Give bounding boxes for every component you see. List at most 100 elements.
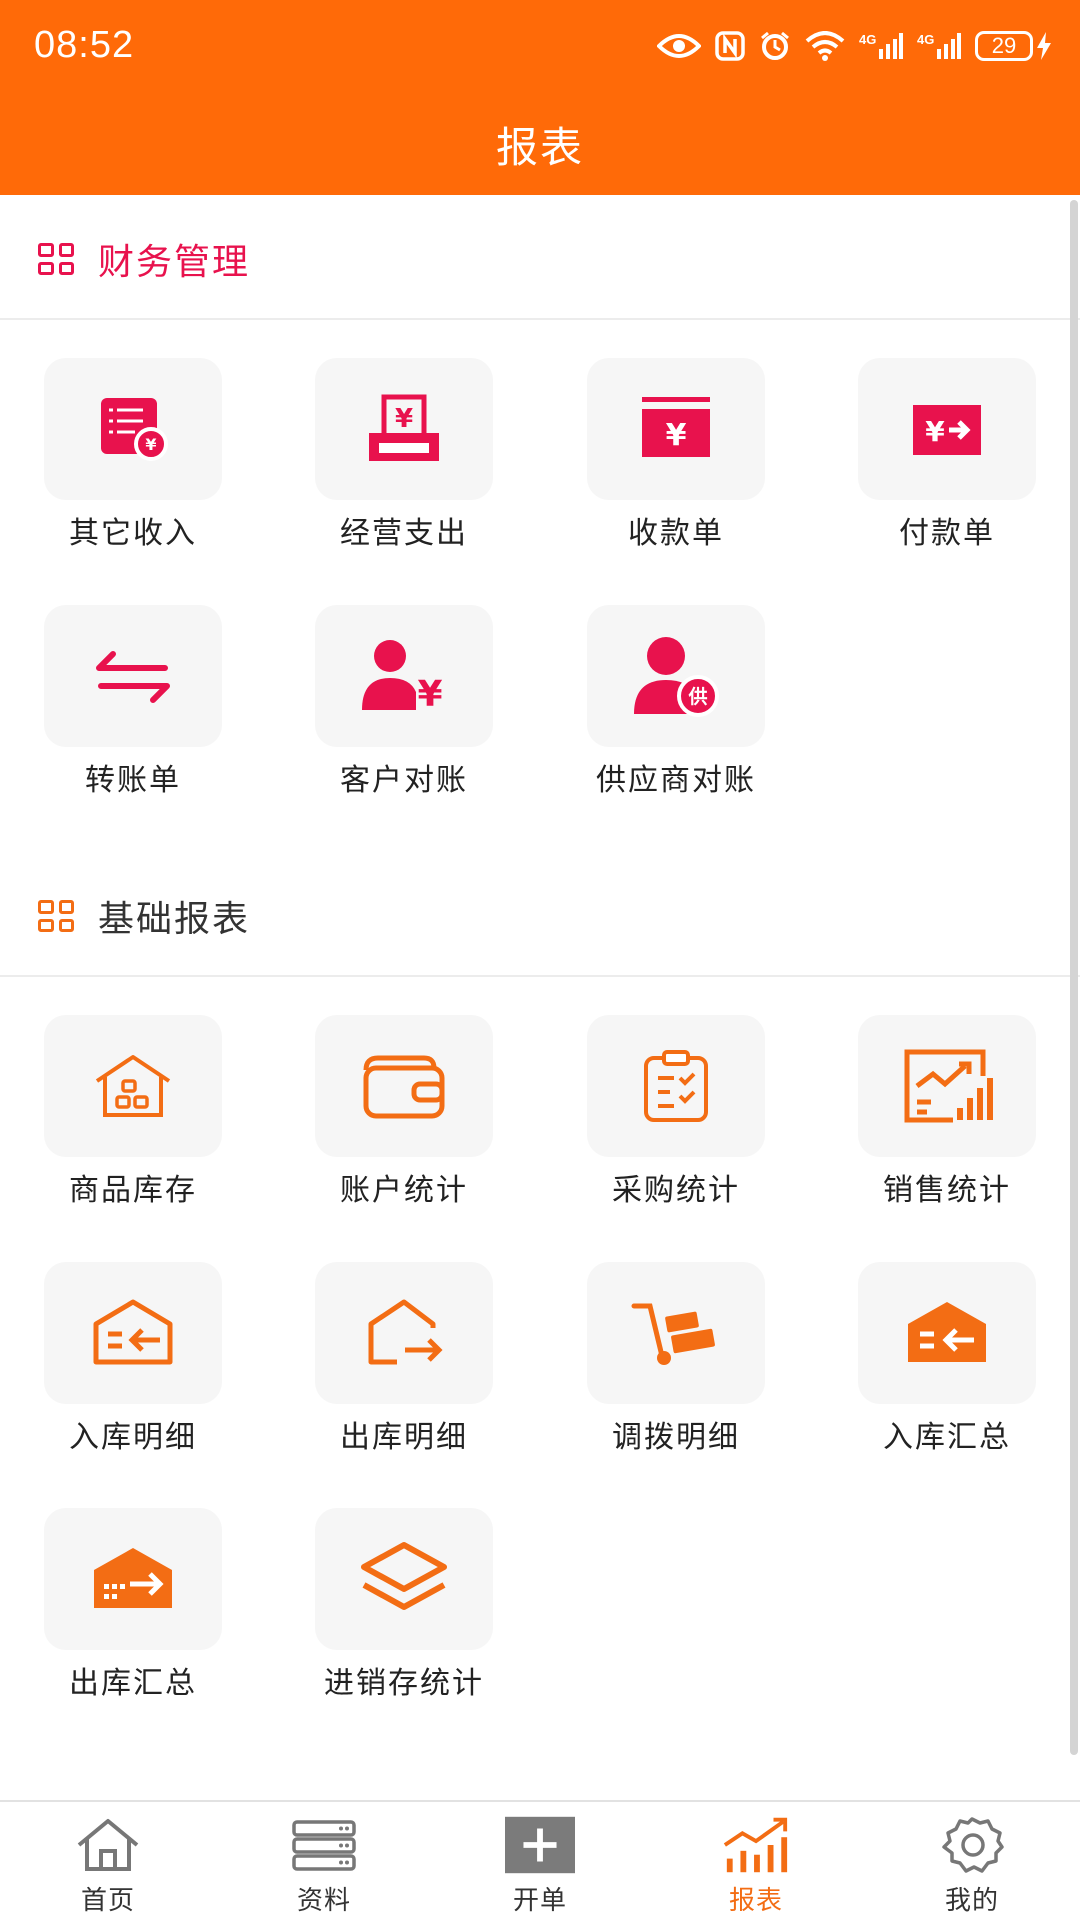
header-bar: 08:52 4G 4G 29 报表 xyxy=(0,0,1080,195)
svg-text:¥: ¥ xyxy=(145,435,156,454)
grid-icon xyxy=(38,900,74,932)
bottom-tab-bar: 首页 资料 开单 报表 我的 xyxy=(0,1800,1080,1920)
stock-in-icon xyxy=(93,1299,173,1365)
tile-label: 出库汇总 xyxy=(69,1666,197,1701)
svg-text:¥: ¥ xyxy=(925,415,945,448)
tab-icon-wrap xyxy=(73,1814,143,1876)
tile-customer-reconcile[interactable]: ¥ 客户对账 xyxy=(299,605,499,805)
svg-text:¥: ¥ xyxy=(666,418,687,453)
tile-stock-out-summary[interactable]: 出库汇总 xyxy=(28,1508,228,1708)
tile-icon-box: 供 xyxy=(587,605,765,747)
tab-new-order[interactable]: 开单 xyxy=(432,1802,648,1922)
tab-icon-wrap xyxy=(937,1814,1007,1876)
svg-text:¥: ¥ xyxy=(395,404,413,434)
status-icons: 4G 4G 29 xyxy=(657,26,1052,66)
tab-data[interactable]: 资料 xyxy=(216,1802,432,1922)
tile-icon-box xyxy=(315,1262,493,1404)
expense-printer-icon: ¥ xyxy=(369,394,439,461)
tile-label: 出库明细 xyxy=(340,1420,468,1455)
charging-icon xyxy=(1037,32,1051,60)
home-icon xyxy=(77,1819,139,1871)
wifi-icon xyxy=(805,31,845,61)
tile-icon-box: ¥ xyxy=(587,358,765,500)
tile-label: 入库明细 xyxy=(69,1420,197,1455)
tile-transfer-detail[interactable]: 调拨明细 xyxy=(571,1262,771,1462)
cart-icon xyxy=(631,1303,715,1365)
tile-label: 其它收入 xyxy=(69,516,197,551)
clipboard-icon xyxy=(644,1050,708,1122)
tile-other-income[interactable]: ¥ 其它收入 xyxy=(28,358,228,558)
tile-account-stats[interactable]: 账户统计 xyxy=(299,1015,499,1215)
nfc-icon xyxy=(715,31,745,61)
tile-product-stock[interactable]: 商品库存 xyxy=(28,1015,228,1215)
receipt-icon: ¥ xyxy=(642,397,710,457)
tile-label: 调拨明细 xyxy=(612,1420,740,1455)
layers-icon xyxy=(361,1542,447,1610)
supplier-icon: 供 xyxy=(634,637,719,717)
stock-out-icon xyxy=(368,1299,443,1365)
transfer-arrows-icon xyxy=(96,651,170,703)
status-time: 08:52 xyxy=(34,24,135,66)
tile-label: 付款单 xyxy=(899,516,995,551)
section-header-finance: 财务管理 xyxy=(0,200,1080,320)
tile-icon-box xyxy=(587,1015,765,1157)
wallet-icon xyxy=(363,1055,445,1119)
tile-operating-expense[interactable]: ¥ 经营支出 xyxy=(299,358,499,558)
customer-yen-icon: ¥ xyxy=(362,640,443,715)
stock-in-summary-icon xyxy=(908,1302,986,1362)
grid-icon xyxy=(38,243,74,275)
tile-sales-stats[interactable]: 销售统计 xyxy=(842,1015,1042,1215)
stock-out-summary-icon xyxy=(94,1548,172,1608)
income-list-icon: ¥ xyxy=(101,398,168,461)
tab-label: 资料 xyxy=(296,1886,351,1916)
page-title: 报表 xyxy=(495,123,584,172)
tile-label: 经营支出 xyxy=(340,516,468,551)
tab-reports[interactable]: 报表 xyxy=(648,1802,864,1922)
sales-chart-icon xyxy=(904,1049,993,1123)
tile-icon-box xyxy=(44,605,222,747)
tile-inventory-stats[interactable]: 进销存统计 xyxy=(299,1508,499,1708)
eye-icon xyxy=(657,34,701,58)
battery-indicator: 29 xyxy=(975,31,1052,61)
tab-mine[interactable]: 我的 xyxy=(864,1802,1080,1922)
tab-icon-wrap xyxy=(505,1814,575,1876)
tile-icon-box: ¥ xyxy=(44,358,222,500)
server-icon xyxy=(292,1820,356,1871)
tile-transfer[interactable]: 转账单 xyxy=(28,605,228,805)
tile-icon-box: ¥ xyxy=(315,605,493,747)
tile-payment[interactable]: ¥ 付款单 xyxy=(842,358,1042,558)
plus-icon xyxy=(505,1816,575,1874)
warehouse-icon xyxy=(95,1055,171,1117)
tile-stock-out-detail[interactable]: 出库明细 xyxy=(299,1262,499,1462)
payment-icon: ¥ xyxy=(913,405,981,455)
tab-icon-wrap xyxy=(721,1814,791,1876)
svg-text:¥: ¥ xyxy=(417,674,442,715)
tile-label: 客户对账 xyxy=(340,763,468,798)
tile-supplier-reconcile[interactable]: 供 供应商对账 xyxy=(571,605,771,805)
tile-icon-box xyxy=(44,1508,222,1650)
tile-label: 账户统计 xyxy=(340,1173,468,1208)
tile-icon-box: ¥ xyxy=(315,358,493,500)
section-title: 基础报表 xyxy=(98,899,251,940)
tile-stock-in-detail[interactable]: 入库明细 xyxy=(28,1262,228,1462)
tile-icon-box xyxy=(315,1508,493,1650)
section-header-basic: 基础报表 xyxy=(0,857,1080,977)
tab-label: 我的 xyxy=(944,1886,999,1916)
svg-text:4G: 4G xyxy=(917,32,934,47)
tab-icon-wrap xyxy=(289,1814,359,1876)
alarm-icon xyxy=(761,31,789,60)
tile-stock-in-summary[interactable]: 入库汇总 xyxy=(842,1262,1042,1462)
tile-icon-box xyxy=(44,1015,222,1157)
tile-label: 商品库存 xyxy=(69,1173,197,1208)
tab-home[interactable]: 首页 xyxy=(0,1802,216,1922)
scrollbar[interactable] xyxy=(1070,200,1078,1755)
chart-icon xyxy=(723,1817,788,1873)
tile-label: 转账单 xyxy=(85,763,181,798)
svg-text:4G: 4G xyxy=(859,32,876,47)
tab-label: 报表 xyxy=(728,1886,783,1916)
tile-receipt[interactable]: ¥ 收款单 xyxy=(571,358,771,558)
tile-icon-box xyxy=(315,1015,493,1157)
tile-icon-box: ¥ xyxy=(858,358,1036,500)
tile-purchase-stats[interactable]: 采购统计 xyxy=(571,1015,771,1215)
battery-level: 29 xyxy=(975,31,1033,61)
